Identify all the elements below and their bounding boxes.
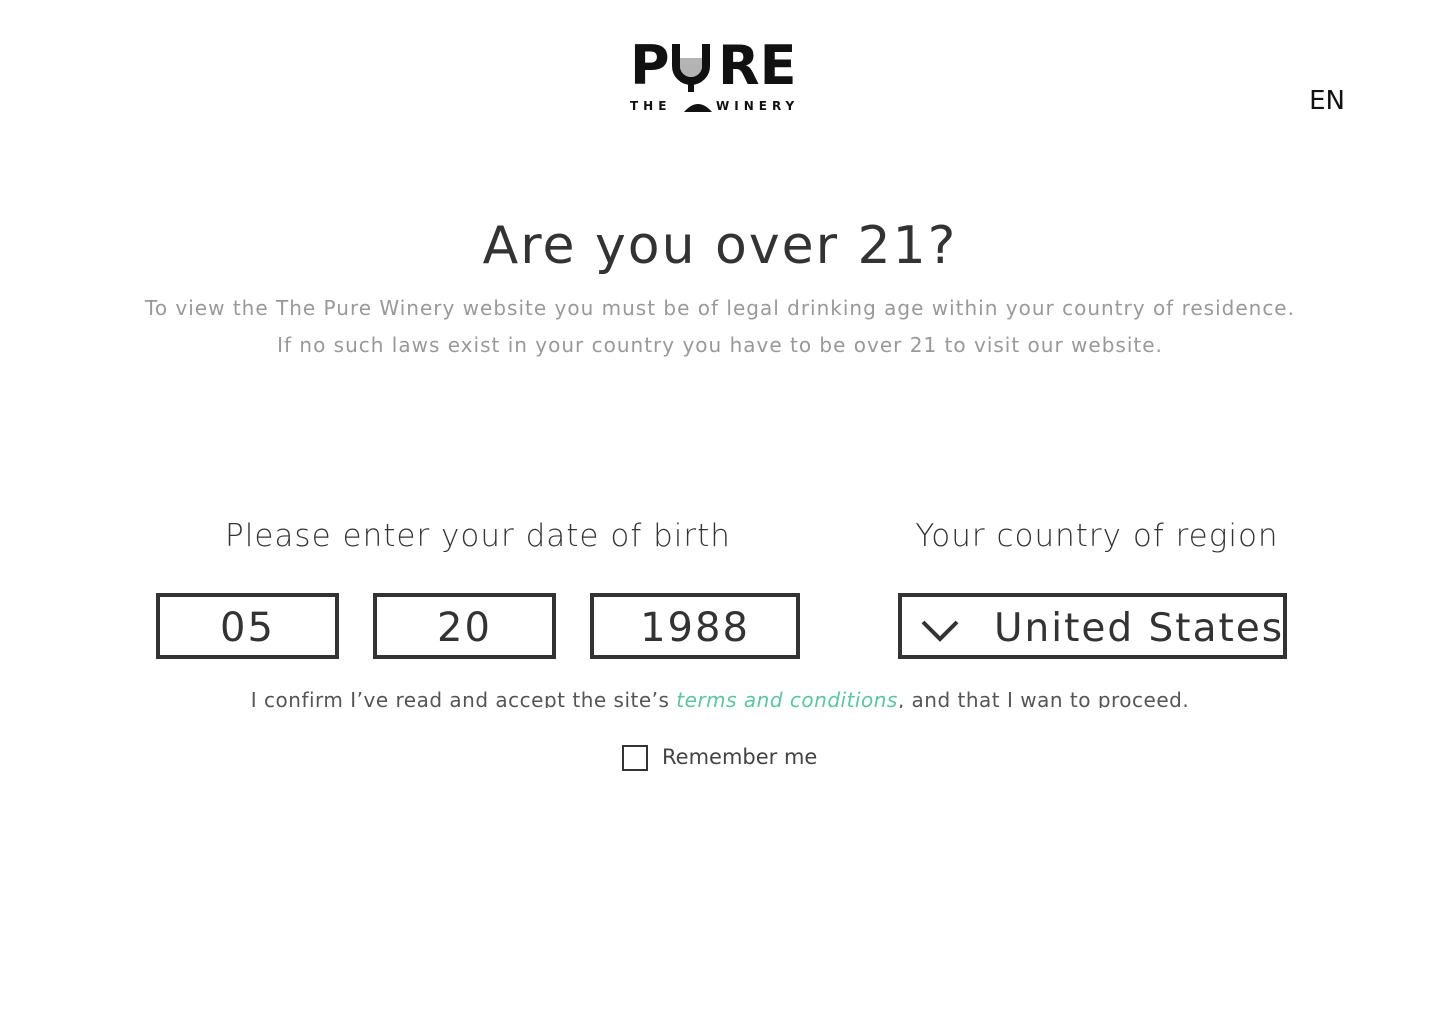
logo-wordmark: P RE — [620, 34, 820, 97]
birth-day-box — [373, 593, 556, 659]
confirm-suffix: , and that I wan to proceed. — [897, 688, 1190, 708]
birth-day-input[interactable] — [377, 597, 552, 655]
birth-month-box — [156, 593, 339, 659]
birth-month-input[interactable] — [160, 597, 335, 655]
logo-letters-re: RE — [718, 34, 797, 97]
description-line-1: To view the The Pure Winery website you … — [145, 296, 1295, 320]
language-selector[interactable]: EN — [1309, 86, 1345, 116]
wine-glass-icon — [672, 44, 710, 92]
chevron-down-icon — [921, 620, 959, 642]
birth-year-box — [590, 593, 800, 659]
country-label: Your country of region — [915, 518, 1279, 554]
logo-tagline-winery: WINERY — [716, 99, 800, 113]
logo-tagline-the: THE — [630, 99, 672, 113]
dob-label: Please enter your date of birth — [225, 518, 731, 554]
birth-year-input[interactable] — [594, 597, 796, 655]
description-line-2: If no such laws exist in your country yo… — [277, 333, 1163, 357]
remember-me-checkbox[interactable] — [622, 745, 648, 771]
terms-confirmation-text: I confirm I’ve read and accept the site’… — [0, 686, 1440, 708]
page-title: Are you over 21? — [482, 216, 958, 276]
age-gate-page: P RE THE WINERY EN Are you over 21? To v… — [0, 0, 1440, 1024]
logo-letter-p: P — [630, 34, 670, 97]
country-select[interactable]: United States — [898, 593, 1287, 659]
country-selected-value: United States — [994, 606, 1285, 651]
pure-winery-logo: P RE THE WINERY — [620, 34, 820, 116]
remember-me-label: Remember me — [662, 745, 818, 769]
logo-tagline: THE WINERY — [620, 98, 820, 114]
terms-link[interactable]: terms and conditions — [676, 688, 898, 708]
confirm-prefix: I confirm I’ve read and accept the site’… — [250, 688, 677, 708]
glass-base-icon — [684, 104, 712, 112]
